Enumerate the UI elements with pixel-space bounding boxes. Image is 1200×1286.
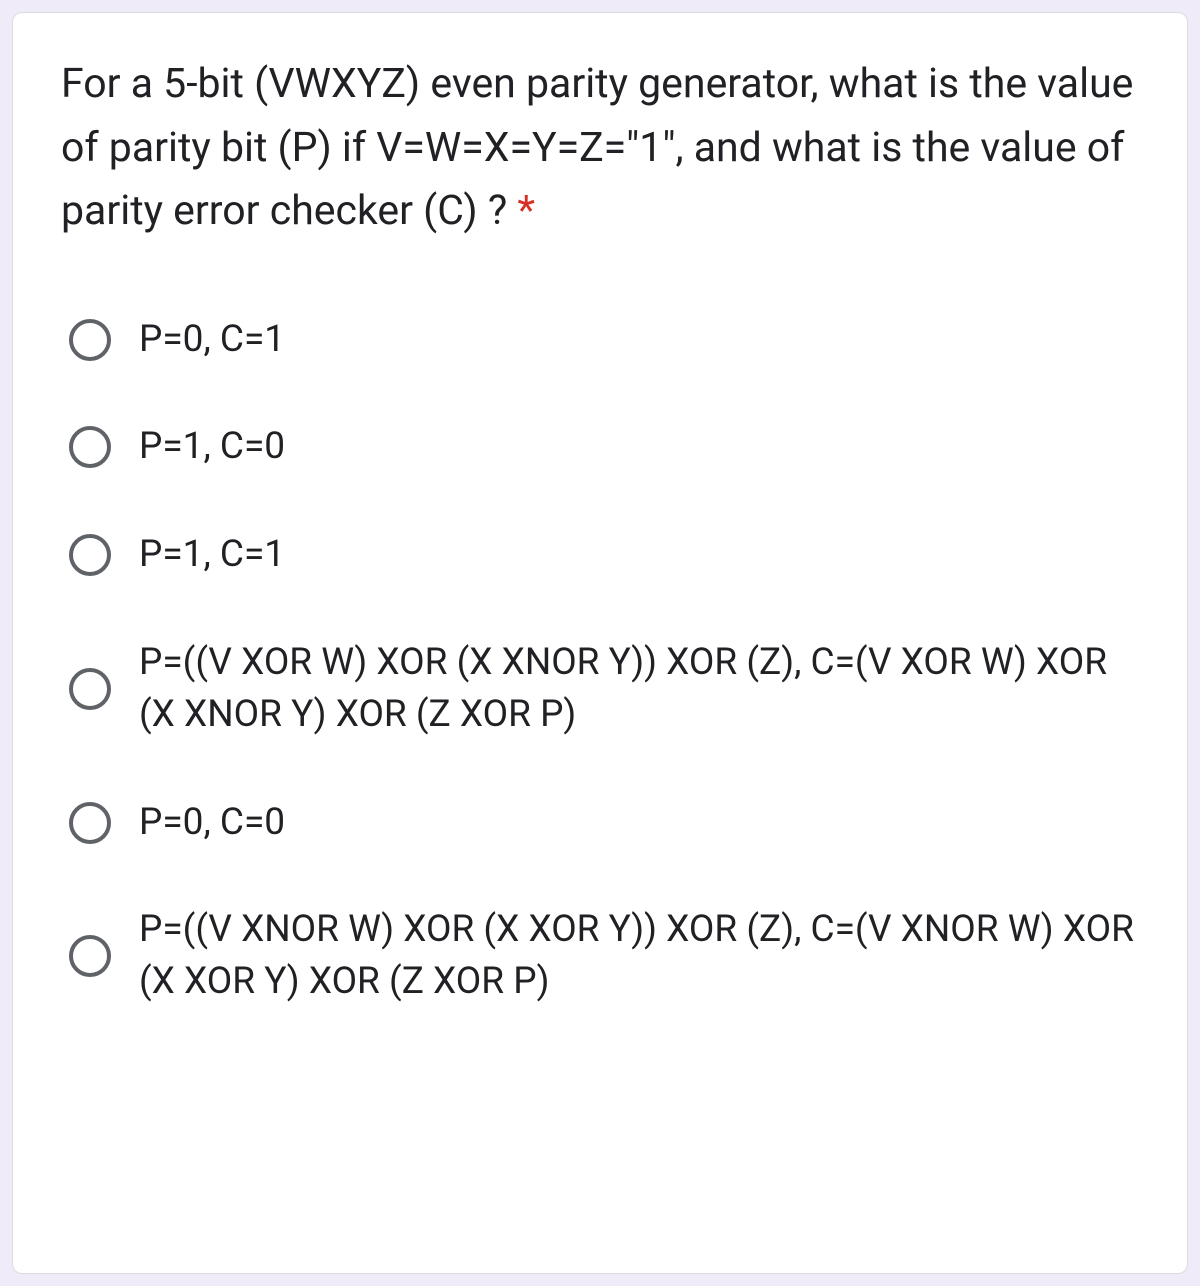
option-label: P=0, C=1 bbox=[139, 314, 285, 366]
option-label: P=((V XOR W) XOR (X XNOR Y)) XOR (Z), C=… bbox=[139, 637, 1139, 741]
question-text: For a 5-bit (VWXYZ) even parity generato… bbox=[61, 60, 1133, 235]
question-card: For a 5-bit (VWXYZ) even parity generato… bbox=[12, 12, 1188, 1274]
option-2[interactable]: P=1, C=1 bbox=[69, 529, 1139, 581]
option-5[interactable]: P=((V XNOR W) XOR (X XOR Y)) XOR (Z), C=… bbox=[69, 904, 1139, 1008]
option-1[interactable]: P=1, C=0 bbox=[69, 421, 1139, 473]
question-text-container: For a 5-bit (VWXYZ) even parity generato… bbox=[61, 53, 1139, 244]
option-3[interactable]: P=((V XOR W) XOR (X XNOR Y)) XOR (Z), C=… bbox=[69, 637, 1139, 741]
radio-icon bbox=[69, 534, 111, 576]
options-list: P=0, C=1 P=1, C=0 P=1, C=1 P=((V XOR W) … bbox=[61, 314, 1139, 1008]
option-label: P=((V XNOR W) XOR (X XOR Y)) XOR (Z), C=… bbox=[139, 904, 1139, 1008]
radio-icon bbox=[69, 319, 111, 361]
required-asterisk: * bbox=[517, 187, 535, 235]
radio-icon bbox=[69, 426, 111, 468]
option-label: P=1, C=0 bbox=[139, 421, 285, 473]
radio-icon bbox=[69, 802, 111, 844]
option-label: P=0, C=0 bbox=[139, 797, 285, 849]
radio-icon bbox=[69, 668, 111, 710]
radio-icon bbox=[69, 935, 111, 977]
option-label: P=1, C=1 bbox=[139, 529, 285, 581]
option-4[interactable]: P=0, C=0 bbox=[69, 797, 1139, 849]
option-0[interactable]: P=0, C=1 bbox=[69, 314, 1139, 366]
